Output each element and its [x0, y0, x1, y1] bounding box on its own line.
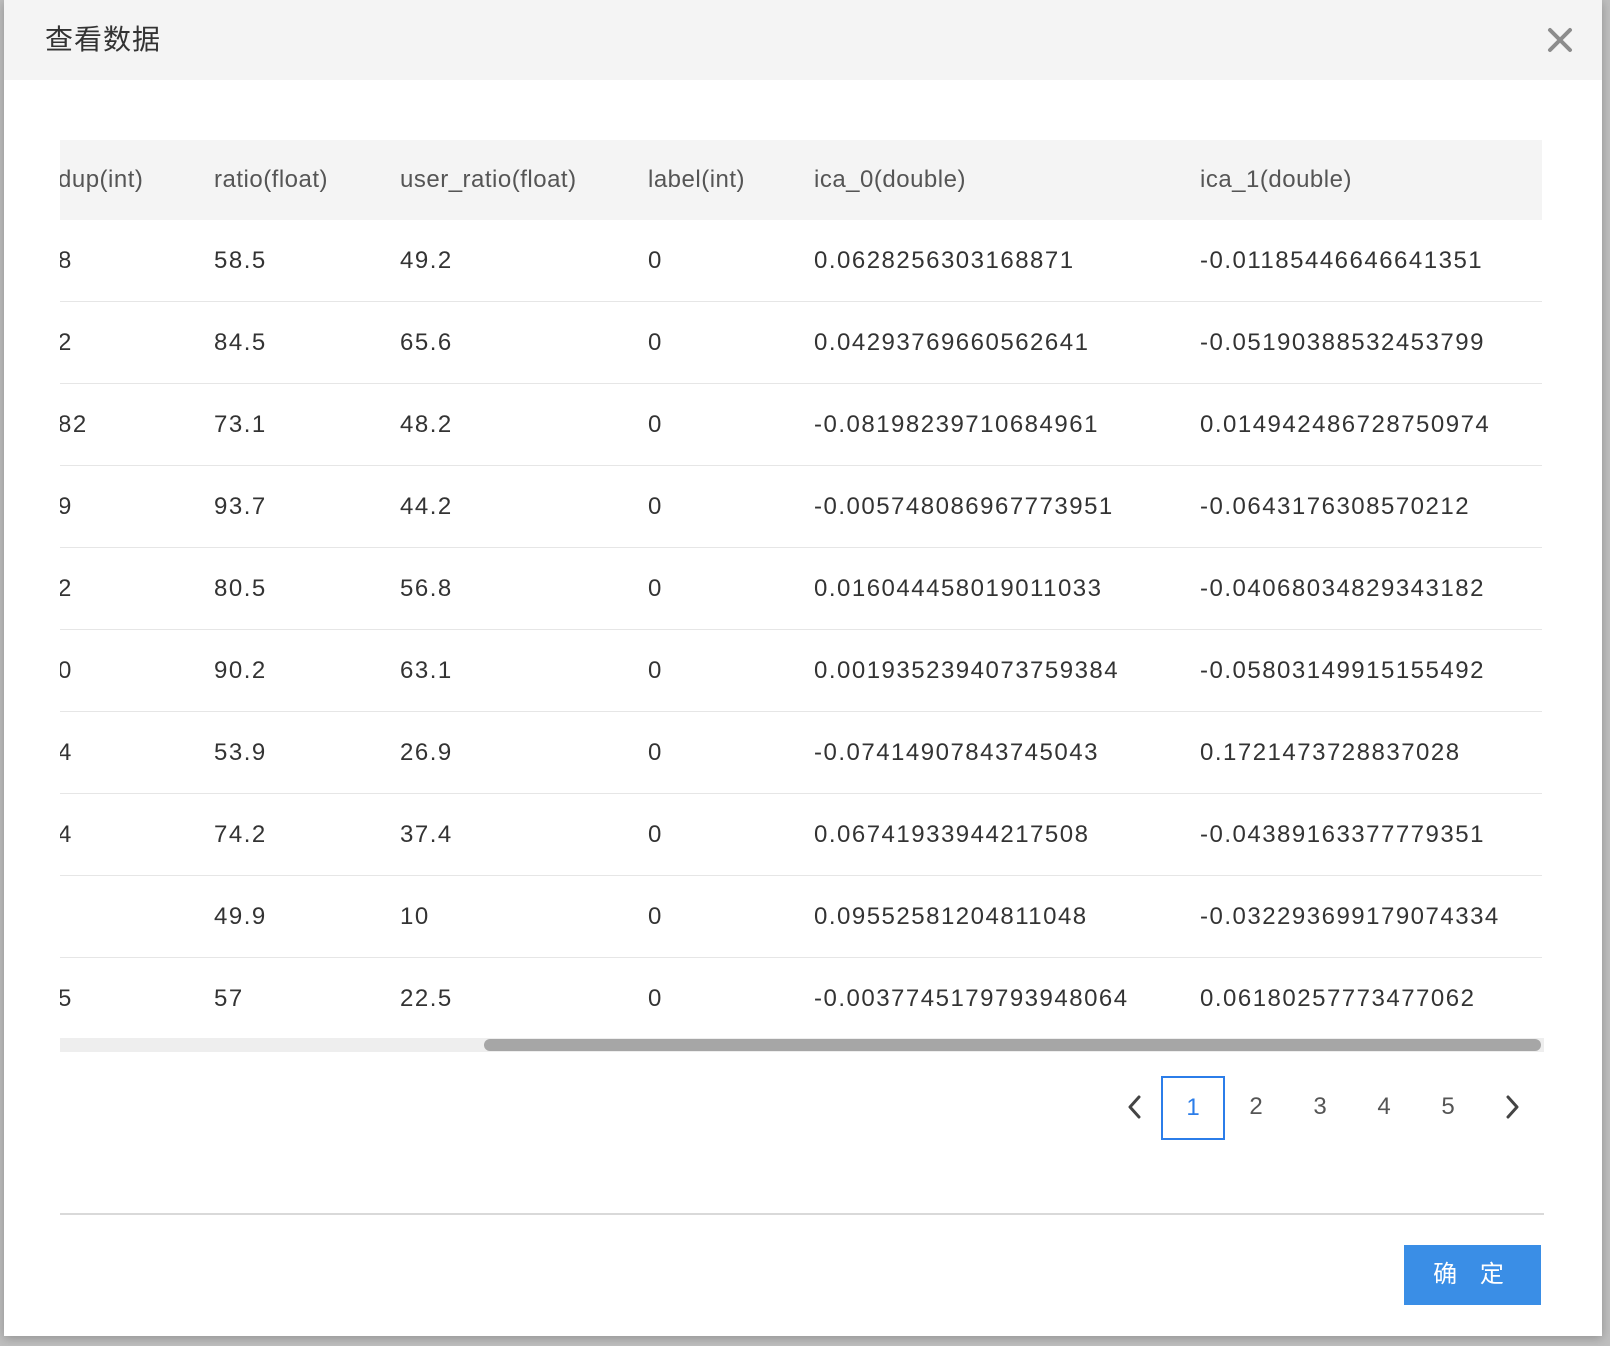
- table-cell: -0.08198239710684961: [814, 383, 1200, 466]
- page-button-1[interactable]: 1: [1161, 1076, 1225, 1140]
- table-cell: 0: [648, 711, 814, 794]
- dialog-header: 查看数据: [4, 0, 1602, 80]
- table-cell: 73.1: [214, 383, 400, 466]
- table-cell: 44.2: [400, 465, 648, 548]
- dialog-title: 查看数据: [45, 24, 162, 55]
- table-cell: 82: [60, 383, 214, 466]
- table-cell: 0: [648, 301, 814, 384]
- column-header[interactable]: dup(int): [60, 140, 214, 220]
- table-cell: [60, 875, 214, 958]
- data-table-viewport[interactable]: dup(int) ratio(float) user_ratio(float) …: [60, 140, 1544, 1052]
- table-cell: 2: [60, 301, 214, 384]
- table-cell: -0.04389163377779351: [1200, 793, 1542, 876]
- data-table: dup(int) ratio(float) user_ratio(float) …: [60, 140, 1542, 1040]
- table-cell: 56.8: [400, 547, 648, 630]
- table-cell: 0.014942486728750974: [1200, 383, 1542, 466]
- table-cell: 22.5: [400, 957, 648, 1040]
- table-cell: 0.1721473728837028: [1200, 711, 1542, 794]
- table-cell: 0: [648, 875, 814, 958]
- column-header[interactable]: ica_0(double): [814, 140, 1200, 220]
- chevron-left-icon: [1128, 1095, 1141, 1119]
- page-button-3[interactable]: 3: [1289, 1076, 1351, 1138]
- table-cell: -0.032293699179074334: [1200, 875, 1542, 958]
- table-cell: 58.5: [214, 220, 400, 302]
- table-cell: 9: [60, 465, 214, 548]
- table-cell: 49.2: [400, 220, 648, 302]
- next-page-button[interactable]: [1481, 1076, 1543, 1138]
- column-header[interactable]: ratio(float): [214, 140, 400, 220]
- table-cell: 48.2: [400, 383, 648, 466]
- table-cell: 2: [60, 547, 214, 630]
- table-cell: 0.09552581204811048: [814, 875, 1200, 958]
- table-cell: 26.9: [400, 711, 648, 794]
- table-cell: 4: [60, 711, 214, 794]
- table-row: 5 57 22.5 0 -0.0037745179793948064 0.06180257…: [60, 957, 1542, 1040]
- table-cell: 5: [60, 957, 214, 1040]
- table-cell: 53.9: [214, 711, 400, 794]
- chevron-right-icon: [1506, 1095, 1519, 1119]
- table-cell: 63.1: [400, 629, 648, 712]
- table-row: 8 58.5 49.2 0 0.0628256303168871 -0.011854466…: [60, 220, 1542, 302]
- prev-page-button[interactable]: [1104, 1076, 1166, 1138]
- table-cell: 0: [648, 383, 814, 466]
- table-cell: 0.0628256303168871: [814, 220, 1200, 302]
- table-cell: 0.0019352394073759384: [814, 629, 1200, 712]
- close-icon: [1548, 28, 1572, 52]
- table-cell: 93.7: [214, 465, 400, 548]
- table-cell: 80.5: [214, 547, 400, 630]
- table-cell: 84.5: [214, 301, 400, 384]
- page-button-5[interactable]: 5: [1417, 1076, 1479, 1138]
- table-row: 2 84.5 65.6 0 0.04293769660562641 -0.05190388…: [60, 301, 1542, 384]
- table-cell: 10: [400, 875, 648, 958]
- table-cell: 0: [648, 465, 814, 548]
- table-cell: -0.04068034829343182: [1200, 547, 1542, 630]
- table-cell: -0.05803149915155492: [1200, 629, 1542, 712]
- page-button-2[interactable]: 2: [1225, 1076, 1287, 1138]
- table-row: 4 53.9 26.9 0 -0.07414907843745043 0.17214737…: [60, 711, 1542, 794]
- footer-divider: [60, 1213, 1544, 1215]
- table-cell: 0.06180257773477062: [1200, 957, 1542, 1040]
- table-cell: 49.9: [214, 875, 400, 958]
- table-cell: 37.4: [400, 793, 648, 876]
- table-cell: -0.07414907843745043: [814, 711, 1200, 794]
- table-cell: 0: [648, 629, 814, 712]
- scrollbar-thumb[interactable]: [484, 1039, 1541, 1051]
- table-cell: 57: [214, 957, 400, 1040]
- table-cell: 65.6: [400, 301, 648, 384]
- close-button[interactable]: [1538, 18, 1582, 62]
- table-cell: 8: [60, 220, 214, 302]
- table-cell: 0: [648, 793, 814, 876]
- horizontal-scrollbar[interactable]: [60, 1038, 1544, 1052]
- column-header[interactable]: user_ratio(float): [400, 140, 648, 220]
- table-header-row: dup(int) ratio(float) user_ratio(float) …: [60, 140, 1542, 220]
- table-cell: -0.05190388532453799: [1200, 301, 1542, 384]
- table-cell: 4: [60, 793, 214, 876]
- table-row: 2 80.5 56.8 0 0.016044458019011033 -0.0406803…: [60, 547, 1542, 630]
- table-cell: 0: [60, 629, 214, 712]
- table-cell: -0.01185446646641351: [1200, 220, 1542, 302]
- table-row: 9 93.7 44.2 0 -0.005748086967773951 -0.064317…: [60, 465, 1542, 548]
- table-row: 0 90.2 63.1 0 0.0019352394073759384 -0.058031…: [60, 629, 1542, 712]
- table-cell: 0.04293769660562641: [814, 301, 1200, 384]
- page-button-4[interactable]: 4: [1353, 1076, 1415, 1138]
- column-header[interactable]: label(int): [648, 140, 814, 220]
- table-cell: 0: [648, 957, 814, 1040]
- column-header[interactable]: ica_1(double): [1200, 140, 1542, 220]
- table-row: 4 74.2 37.4 0 0.06741933944217508 -0.04389163…: [60, 793, 1542, 876]
- table-cell: -0.005748086967773951: [814, 465, 1200, 548]
- table-cell: 74.2: [214, 793, 400, 876]
- table-cell: 0: [648, 220, 814, 302]
- table-row: 49.9 10 0 0.09552581204811048 -0.03229369917…: [60, 875, 1542, 958]
- table-cell: 90.2: [214, 629, 400, 712]
- confirm-button[interactable]: 确 定: [1404, 1245, 1541, 1305]
- table-cell: -0.0037745179793948064: [814, 957, 1200, 1040]
- table-cell: 0.06741933944217508: [814, 793, 1200, 876]
- table-cell: 0: [648, 547, 814, 630]
- table-cell: -0.0643176308570212: [1200, 465, 1542, 548]
- table-cell: 0.016044458019011033: [814, 547, 1200, 630]
- table-row: 82 73.1 48.2 0 -0.08198239710684961 0.0149424…: [60, 383, 1542, 466]
- table-body: 8 58.5 49.2 0 0.0628256303168871 -0.011854466…: [60, 220, 1542, 1040]
